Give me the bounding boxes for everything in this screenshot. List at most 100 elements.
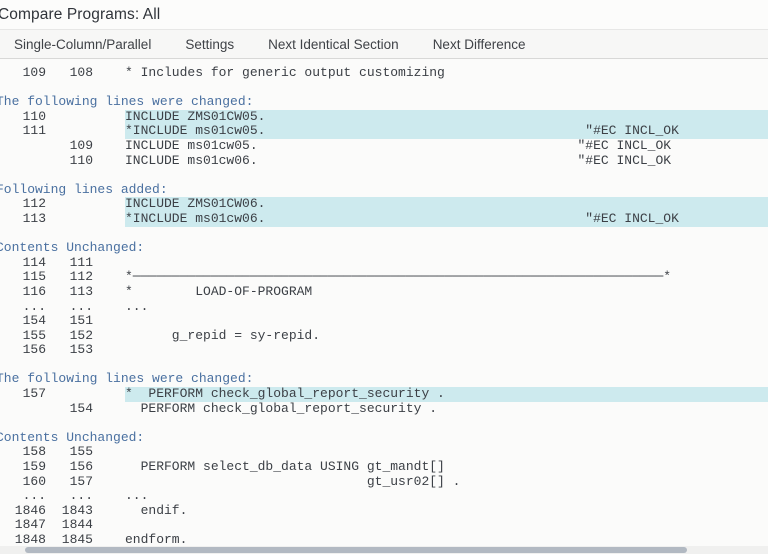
left-line-number: 1847 xyxy=(0,518,46,533)
code-line-changed: INCLUDE ZMS01CW05. xyxy=(125,110,768,125)
left-line-number xyxy=(0,139,46,154)
right-line-number: ... xyxy=(46,489,93,504)
diff-row: 116113* LOAD-OF-PROGRAM xyxy=(0,285,768,300)
right-line-number xyxy=(46,110,93,125)
left-line-number: 115 xyxy=(0,270,46,285)
code-line: * Includes for generic output customizin… xyxy=(125,66,768,81)
right-line-number xyxy=(46,197,93,212)
code-line: ... xyxy=(125,300,768,315)
diff-row: 160157 gt_usr02[] . xyxy=(0,475,768,490)
left-line-number: 110 xyxy=(0,110,46,125)
title-bar: Compare Programs: All xyxy=(0,0,768,30)
button-next-identical-section[interactable]: Next Identical Section xyxy=(268,37,399,52)
right-line-number: 109 xyxy=(46,139,93,154)
horizontal-scrollbar[interactable] xyxy=(0,546,768,554)
right-line-number xyxy=(46,124,93,139)
section-header: Contents Unchanged: xyxy=(0,241,768,256)
right-line-number: 154 xyxy=(46,402,93,417)
right-line-number: 113 xyxy=(46,285,93,300)
code-line xyxy=(125,314,768,329)
right-line-number: 155 xyxy=(46,445,93,460)
code-line: gt_usr02[] . xyxy=(125,475,768,490)
left-line-number: 154 xyxy=(0,314,46,329)
left-line-number: 157 xyxy=(0,387,46,402)
right-line-number: 156 xyxy=(46,460,93,475)
right-line-number: 151 xyxy=(46,314,93,329)
diff-row: 110 INCLUDE ZMS01CW05. xyxy=(0,110,768,125)
section-gap xyxy=(0,227,768,242)
code-line: INCLUDE ms01cw06. "#EC INCL_OK xyxy=(125,154,768,169)
diff-row: 18471844 xyxy=(0,518,768,533)
left-line-number: ... xyxy=(0,300,46,315)
left-line-number: 113 xyxy=(0,212,46,227)
code-line: PERFORM select_db_data USING gt_mandt[] xyxy=(125,460,768,475)
code-line-changed: *INCLUDE ms01cw06. "#EC INCL_OK xyxy=(125,212,768,227)
diff-row: 158155 xyxy=(0,445,768,460)
toolbar: Single-Column/Parallel Settings Next Ide… xyxy=(0,30,768,59)
right-line-number: 108 xyxy=(46,66,93,81)
code-line: g_repid = sy-repid. xyxy=(125,329,768,344)
diff-row: 109 INCLUDE ms01cw05. "#EC INCL_OK xyxy=(0,139,768,154)
right-line-number: 1844 xyxy=(46,518,93,533)
right-line-number: 111 xyxy=(46,256,93,271)
code-line-changed: INCLUDE ZMS01CW06. xyxy=(125,197,768,212)
diff-row: 159156 PERFORM select_db_data USING gt_m… xyxy=(0,460,768,475)
left-line-number xyxy=(0,402,46,417)
right-line-number: 152 xyxy=(46,329,93,344)
code-line: ... xyxy=(125,489,768,504)
diff-row: 109108 * Includes for generic output cust… xyxy=(0,66,768,81)
left-line-number: ... xyxy=(0,489,46,504)
code-line xyxy=(125,445,768,460)
horizontal-scrollbar-thumb[interactable] xyxy=(25,547,687,553)
left-line-number: 109 xyxy=(0,66,46,81)
section-gap xyxy=(0,416,768,431)
code-line-changed: * PERFORM check_global_report_security . xyxy=(125,387,768,402)
button-next-difference[interactable]: Next Difference xyxy=(433,37,526,52)
button-single-column-parallel[interactable]: Single-Column/Parallel xyxy=(14,37,151,52)
right-line-number: 157 xyxy=(46,475,93,490)
right-line-number: 1843 xyxy=(46,504,93,519)
left-line-number: 160 xyxy=(0,475,46,490)
section-gap xyxy=(0,168,768,183)
diff-row: 110 INCLUDE ms01cw06. "#EC INCL_OK xyxy=(0,154,768,169)
diff-row: 154 PERFORM check_global_report_security… xyxy=(0,402,768,417)
button-settings[interactable]: Settings xyxy=(185,37,234,52)
page-title: Compare Programs: All xyxy=(0,6,768,24)
section-header: The following lines were changed: xyxy=(0,95,768,110)
diff-view: 109108* Includes for generic output cust… xyxy=(0,59,768,548)
code-line: *───────────────────────────────────────… xyxy=(125,270,768,285)
code-line-changed: *INCLUDE ms01cw05. "#EC INCL_OK xyxy=(125,124,768,139)
section-header: Following lines added: xyxy=(0,183,768,198)
diff-row: 18461843 endif. xyxy=(0,504,768,519)
code-line: PERFORM check_global_report_security . xyxy=(125,402,768,417)
left-line-number: 116 xyxy=(0,285,46,300)
left-line-number: 158 xyxy=(0,445,46,460)
left-line-number xyxy=(0,154,46,169)
diff-row: 154151 xyxy=(0,314,768,329)
right-line-number: 112 xyxy=(46,270,93,285)
section-header: The following lines were changed: xyxy=(0,372,768,387)
diff-row: ......... xyxy=(0,300,768,315)
diff-row: 157 * PERFORM check_global_report_securit… xyxy=(0,387,768,402)
left-line-number: 155 xyxy=(0,329,46,344)
diff-row: 112 INCLUDE ZMS01CW06. xyxy=(0,197,768,212)
right-line-number: 110 xyxy=(46,154,93,169)
left-line-number: 112 xyxy=(0,197,46,212)
section-gap xyxy=(0,358,768,373)
right-line-number xyxy=(46,387,93,402)
right-line-number: 153 xyxy=(46,343,93,358)
left-line-number: 111 xyxy=(0,124,46,139)
left-line-number: 159 xyxy=(0,460,46,475)
section-gap xyxy=(0,81,768,96)
section-header: Contents Unchanged: xyxy=(0,431,768,446)
diff-row: 114111 xyxy=(0,256,768,271)
left-line-number: 114 xyxy=(0,256,46,271)
code-line xyxy=(125,343,768,358)
code-line: INCLUDE ms01cw05. "#EC INCL_OK xyxy=(125,139,768,154)
code-line: endif. xyxy=(125,504,768,519)
diff-row: 115112 *─────────────────────────────────… xyxy=(0,270,768,285)
code-line xyxy=(125,256,768,271)
code-line xyxy=(125,518,768,533)
diff-row: 113 *INCLUDE ms01cw06. "#EC INCL_OK xyxy=(0,212,768,227)
left-line-number: 1846 xyxy=(0,504,46,519)
